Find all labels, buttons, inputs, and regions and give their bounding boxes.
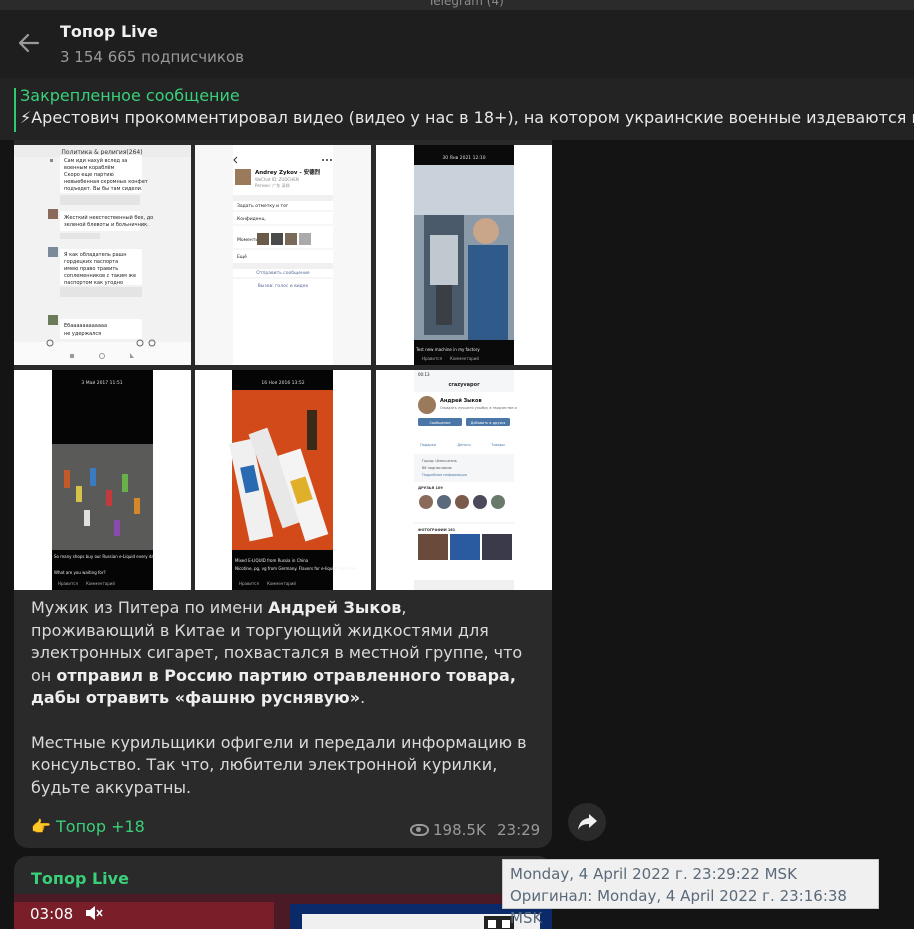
t6-friends: ДРУЗЬЯ 109 bbox=[418, 486, 443, 490]
t1-line5: Жесткий неестественный бех, до bbox=[64, 214, 153, 221]
t1-line11: паспортом как угодно bbox=[64, 280, 123, 286]
t3-date: 30 Янв 2021 12:10 bbox=[442, 155, 485, 161]
t4-date: 3 Май 2017 11:51 bbox=[81, 379, 122, 386]
window-titlebar: Telegram (4) bbox=[0, 0, 914, 10]
t4-comment: Комментарий bbox=[86, 581, 115, 586]
back-arrow-icon[interactable] bbox=[14, 28, 44, 58]
t3-comment: Комментарий bbox=[450, 356, 479, 361]
message-time[interactable]: 23:29 bbox=[497, 821, 540, 839]
next-message-bubble: Топор Live 03:08 bbox=[14, 856, 552, 929]
t5-likes: Нравится bbox=[239, 581, 259, 586]
video-duration: 03:08 bbox=[30, 905, 104, 923]
t5-caption2: Nicotine, pg, vg from Germany. Flavors f… bbox=[235, 566, 356, 571]
t5-caption: Mixed E-LIQUID from Russia in China bbox=[235, 558, 309, 563]
chat-area: Политика & религия(264) Сам иди нахуй вс… bbox=[0, 140, 914, 929]
t1-line8: гордецких паспорта bbox=[64, 259, 118, 265]
msg-p2: Местные курильщики офигели и передали ин… bbox=[31, 732, 527, 797]
t4-caption: So many shops buy our Russian e-Liquid e… bbox=[54, 554, 157, 559]
subscriber-count: 3 154 665 подписчиков bbox=[60, 48, 244, 66]
pinned-accent-bar bbox=[14, 88, 16, 132]
t1-line13: не удержался bbox=[64, 331, 101, 337]
view-counter: 198.5K bbox=[410, 821, 486, 839]
t6-photos: ФОТОГРАФИИ 161 bbox=[418, 528, 456, 532]
t2-row2: Моменты bbox=[237, 237, 259, 243]
t6-btn2: Добавить в друзья bbox=[471, 421, 506, 425]
t1-line0: Сам иди нахуй вслед за bbox=[64, 157, 127, 164]
photo-bottles-gravel[interactable]: 3 Май 2017 11:51 So many shops buy our R… bbox=[14, 370, 191, 590]
t5-date: 16 Ноя 2016 13:52 bbox=[261, 380, 304, 386]
t3-caption: Test new machine in my factory bbox=[415, 347, 480, 352]
t2-btn2: Вызов: голос и видео bbox=[258, 283, 309, 289]
photo-eliquid-boxes[interactable]: 16 Ноя 2016 13:52 Mixed E-LIQUID from Ru… bbox=[195, 370, 371, 590]
t2-sub: WeChat ID: ZUDCHEN bbox=[255, 177, 299, 182]
chat-header: Топор Live 3 154 665 подписчиков bbox=[0, 10, 914, 78]
t6-followers: 88 подписчиков bbox=[422, 466, 452, 470]
next-message-channel[interactable]: Топор Live bbox=[31, 869, 129, 888]
views-value: 198.5K bbox=[433, 821, 486, 839]
t6-btn1: Сообщение bbox=[429, 421, 450, 425]
t2-name: Andrey Zykov - 安德烈 bbox=[255, 168, 321, 176]
t1-line3: невыебенная скромных конфет bbox=[64, 179, 148, 185]
t1-line9: имею право травить bbox=[64, 266, 118, 272]
pinned-message[interactable]: Закрепленное сообщение ⚡Арестович проком… bbox=[0, 78, 914, 140]
t5-comment: Комментарий bbox=[267, 581, 296, 586]
eye-icon bbox=[410, 824, 429, 836]
t2-row0: Задать отметку и тег bbox=[237, 203, 289, 209]
t1-line1: военным кораблём bbox=[64, 165, 115, 171]
msg-p1-name: Андрей Зыков bbox=[268, 598, 402, 617]
t2-region: Регион: 广东 深圳 bbox=[255, 182, 290, 188]
t2-row1: Конфиденц. bbox=[237, 216, 266, 222]
message-text: Мужик из Питера по имени Андрей Зыков, п… bbox=[31, 597, 531, 821]
photo-chat-screenshot[interactable]: Политика & религия(264) Сам иди нахуй вс… bbox=[14, 145, 191, 365]
channel-name[interactable]: Топор Live bbox=[60, 22, 158, 41]
reaction-link[interactable]: 👉 Топор +18 bbox=[31, 817, 145, 836]
t1-header: Политика & религия(264) bbox=[61, 149, 142, 156]
t6-desc: Ожидать лучшего улыбку в творчестве и bbox=[440, 406, 517, 410]
share-arrow-icon bbox=[578, 814, 597, 830]
tooltip-original-date: Оригинал: Monday, 4 April 2022 г. 23:16:… bbox=[510, 887, 847, 927]
t6-nick: crazyvapor bbox=[448, 382, 480, 388]
t6-gifts: Подарки bbox=[420, 443, 436, 447]
t1-line12: Ебаааааааааааа bbox=[64, 323, 107, 329]
t1-line2: Скоро еще партию bbox=[64, 172, 114, 178]
t1-line7: Я как обладатель рашн bbox=[64, 252, 126, 258]
t6-money: Деньги bbox=[457, 443, 470, 447]
t6-name: Андрей Зыков bbox=[440, 397, 482, 404]
t4-caption2: What are you waiting for? bbox=[54, 570, 106, 575]
photo-wechat-profile[interactable]: Andrey Zykov - 安德烈 WeChat ID: ZUDCHEN Ре… bbox=[195, 145, 371, 365]
t6-goods: Товары bbox=[490, 443, 505, 447]
message-bubble: Политика & религия(264) Сам иди нахуй вс… bbox=[14, 140, 552, 848]
msg-p1-end: . bbox=[360, 688, 366, 707]
muted-speaker-icon[interactable] bbox=[84, 905, 104, 921]
t2-btn1: Отправить сообщение bbox=[256, 270, 310, 276]
msg-p1-bold: отправил в Россию партию отравленного то… bbox=[31, 665, 516, 708]
photo-factory[interactable]: 30 Янв 2021 12:10 Test new machine in my… bbox=[376, 145, 552, 365]
msg-p1-before: Мужик из Питера по имени bbox=[31, 598, 269, 617]
video-time-value: 03:08 bbox=[30, 905, 74, 923]
date-tooltip: Monday, 4 April 2022 г. 23:29:22 MSK Ори… bbox=[502, 859, 879, 927]
t6-time: 00:13 bbox=[418, 372, 430, 377]
t6-city: Город: Шэньчжэнь bbox=[422, 459, 457, 463]
t6-details: Подробная информация bbox=[422, 473, 467, 477]
t1-line4: подъедет. Вы бы там сидели. bbox=[64, 186, 143, 192]
t1-line10: соплеменников с таким же bbox=[64, 273, 136, 279]
photo-vk-profile[interactable]: 00:13 crazyvapor Андрей Зыков Ожидать лу… bbox=[376, 370, 552, 590]
pinned-text: ⚡Арестович прокомментировал видео (видео… bbox=[20, 108, 914, 127]
window-title: Telegram (4) bbox=[428, 0, 504, 8]
t2-row3: Ещё bbox=[237, 254, 247, 260]
pinned-title: Закрепленное сообщение bbox=[20, 86, 240, 105]
share-button[interactable] bbox=[568, 803, 606, 841]
tooltip-date: Monday, 4 April 2022 г. 23:29:22 MSK bbox=[510, 865, 797, 883]
video-preview[interactable]: 03:08 bbox=[14, 894, 552, 929]
t1-line6: зеленой блевоты и больничник. bbox=[64, 221, 149, 228]
t3-likes: Нравится bbox=[422, 356, 442, 361]
t4-likes: Нравится bbox=[58, 581, 78, 586]
